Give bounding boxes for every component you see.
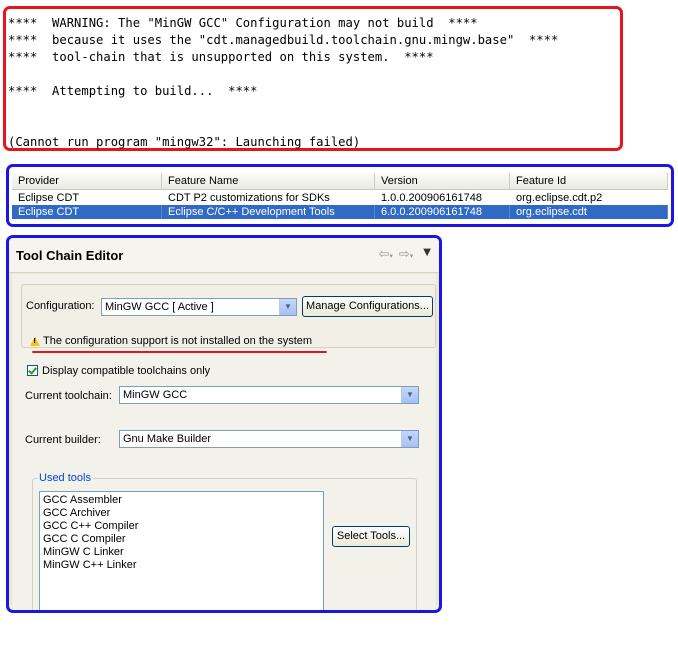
table-header: Provider Feature Name Version Feature Id: [12, 173, 668, 190]
cell-version: 6.0.0.200906161748: [375, 205, 510, 219]
current-toolchain-value: MinGW GCC: [123, 389, 188, 401]
configuration-label: Configuration:: [26, 300, 95, 312]
configuration-value: MinGW GCC [ Active ]: [105, 301, 214, 313]
console-line: **** tool-chain that is unsupported on t…: [8, 50, 434, 64]
console-line: (Cannot run program "mingw32": Launching…: [8, 135, 361, 149]
list-item[interactable]: GCC C Compiler: [43, 533, 126, 545]
cell-feature-id: org.eclipse.cdt.p2: [516, 192, 603, 204]
warning-message: The configuration support is not install…: [30, 335, 312, 347]
warning-text: The configuration support is not install…: [43, 335, 313, 347]
table-row-selected[interactable]: Eclipse CDT Eclipse C/C++ Development To…: [12, 205, 668, 219]
current-builder-select[interactable]: Gnu Make Builder ▼: [119, 430, 419, 448]
forward-arrow-icon[interactable]: ⇨▾: [399, 247, 413, 262]
column-header-feature-id[interactable]: Feature Id: [510, 173, 668, 189]
view-menu-icon[interactable]: ▼: [423, 247, 431, 262]
editor-body: Configuration: MinGW GCC [ Active ] ▼ Ma…: [12, 274, 436, 610]
used-tools-label: Used tools: [37, 472, 93, 484]
cell-version: 1.0.0.200906161748: [381, 192, 482, 204]
editor-title: Tool Chain Editor: [16, 248, 124, 263]
manage-configurations-button[interactable]: Manage Configurations...: [302, 296, 433, 317]
cell-provider: Eclipse CDT: [18, 192, 80, 204]
cell-feature-id: org.eclipse.cdt: [510, 205, 668, 219]
compatible-toolchains-label[interactable]: Display compatible toolchains only: [42, 365, 210, 377]
column-header-feature-name[interactable]: Feature Name: [162, 173, 375, 189]
editor-nav: ⇦▾ ⇨▾ ▼: [378, 247, 431, 262]
list-item[interactable]: MinGW C Linker: [43, 546, 124, 558]
cell-feature-name: Eclipse C/C++ Development Tools: [162, 205, 375, 219]
installed-features-table: Provider Feature Name Version Feature Id…: [6, 164, 674, 227]
select-tools-button[interactable]: Select Tools...: [332, 526, 410, 547]
chevron-down-icon[interactable]: ▼: [279, 299, 296, 315]
list-item[interactable]: GCC C++ Compiler: [43, 520, 138, 532]
cell-feature-name: CDT P2 customizations for SDKs: [168, 192, 330, 204]
cell-provider: Eclipse CDT: [12, 205, 162, 219]
configuration-select[interactable]: MinGW GCC [ Active ] ▼: [101, 298, 297, 316]
current-toolchain-label: Current toolchain:: [25, 390, 112, 402]
console-output-highlight: **** WARNING: The "MinGW GCC" Configurat…: [3, 6, 623, 151]
red-underline-annotation: [32, 351, 327, 353]
column-header-provider[interactable]: Provider: [12, 173, 162, 189]
list-item[interactable]: MinGW C++ Linker: [43, 559, 137, 571]
current-builder-value: Gnu Make Builder: [123, 433, 212, 445]
tool-chain-editor-panel: Tool Chain Editor ⇦▾ ⇨▾ ▼ Configuration:…: [6, 235, 442, 613]
console-line: **** WARNING: The "MinGW GCC" Configurat…: [8, 16, 478, 30]
console-line: **** Attempting to build... ****: [8, 84, 258, 98]
current-toolchain-select[interactable]: MinGW GCC ▼: [119, 386, 419, 404]
column-header-version[interactable]: Version: [375, 173, 510, 189]
console-text: **** WARNING: The "MinGW GCC" Configurat…: [8, 15, 558, 151]
console-line: **** because it uses the "cdt.managedbui…: [8, 33, 559, 47]
configuration-group: Configuration: MinGW GCC [ Active ] ▼ Ma…: [21, 284, 436, 353]
current-builder-label: Current builder:: [25, 434, 101, 446]
warning-icon: [30, 336, 40, 346]
used-tools-list[interactable]: GCC Assembler GCC Archiver GCC C++ Compi…: [39, 491, 324, 610]
editor-title-bar: Tool Chain Editor ⇦▾ ⇨▾ ▼: [9, 238, 439, 273]
table-row[interactable]: Eclipse CDT CDT P2 customizations for SD…: [12, 191, 668, 205]
back-arrow-icon[interactable]: ⇦▾: [378, 247, 392, 262]
chevron-down-icon[interactable]: ▼: [401, 387, 418, 403]
list-item[interactable]: GCC Archiver: [43, 507, 110, 519]
list-item[interactable]: GCC Assembler: [43, 494, 122, 506]
chevron-down-icon[interactable]: ▼: [401, 431, 418, 447]
compatible-toolchains-checkbox[interactable]: [27, 365, 38, 376]
